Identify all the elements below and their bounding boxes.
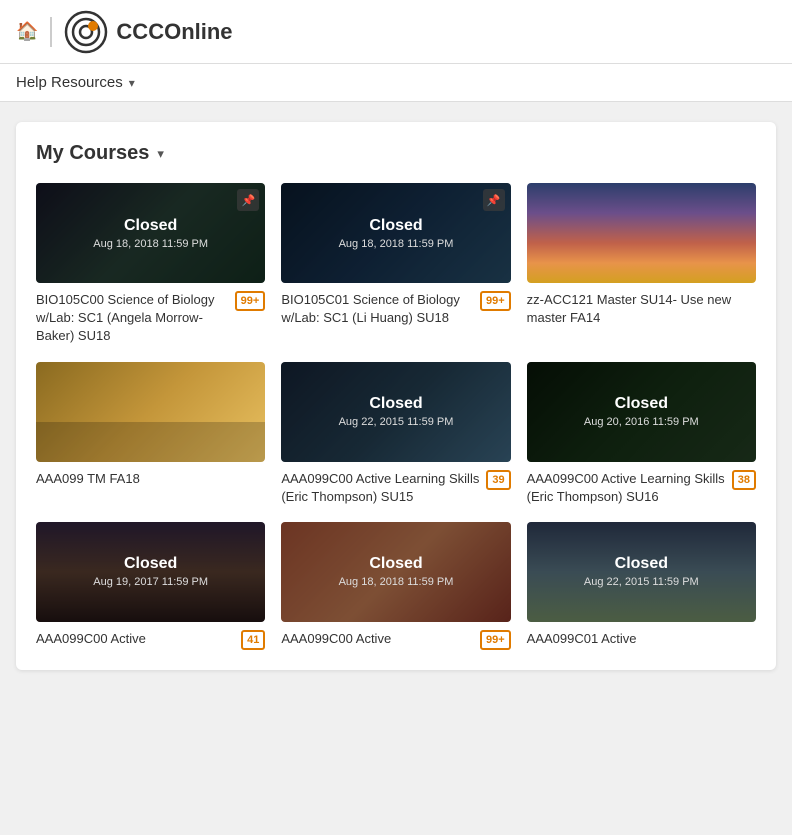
courses-grid: Closed Aug 18, 2018 11:59 PM 📌 BIO105C00 Sc… bbox=[36, 183, 756, 650]
course-item[interactable]: Closed Aug 18, 2018 11:59 PM 📌 BIO105C00 Sc… bbox=[36, 183, 265, 346]
my-courses-header: My Courses ▾ bbox=[36, 142, 756, 165]
course-info: AAA099C00 Active 41 bbox=[36, 630, 265, 650]
course-closed-overlay: Closed Aug 22, 2015 11:59 PM bbox=[281, 362, 510, 462]
header: 🏠 CCCOnline bbox=[0, 0, 792, 64]
course-closed-overlay: Closed Aug 22, 2015 11:59 PM bbox=[527, 522, 756, 622]
help-resources-chevron-icon: ▾ bbox=[129, 76, 135, 90]
course-closed-date: Aug 19, 2017 11:59 PM bbox=[93, 576, 208, 588]
course-closed-overlay: Closed Aug 19, 2017 11:59 PM bbox=[36, 522, 265, 622]
course-closed-text: Closed bbox=[369, 555, 422, 573]
course-closed-date: Aug 20, 2016 11:59 PM bbox=[584, 416, 699, 428]
course-title: AAA099C00 Active bbox=[36, 630, 235, 648]
ccc-logo-icon bbox=[64, 10, 108, 54]
course-info: AAA099 TM FA18 bbox=[36, 470, 265, 488]
logo-container: CCCOnline bbox=[64, 10, 232, 54]
course-info: AAA099C00 Active Learning Skills (Eric T… bbox=[527, 470, 756, 506]
logo-text: CCCOnline bbox=[116, 19, 232, 45]
course-title: AAA099C01 Active bbox=[527, 630, 756, 648]
course-item[interactable]: Closed Aug 20, 2016 11:59 PM AAA099C00 Act… bbox=[527, 362, 756, 506]
course-closed-text: Closed bbox=[124, 555, 177, 573]
course-closed-text: Closed bbox=[369, 217, 422, 235]
course-closed-text: Closed bbox=[615, 555, 668, 573]
course-closed-text: Closed bbox=[124, 217, 177, 235]
course-closed-overlay: Closed Aug 18, 2018 11:59 PM bbox=[281, 522, 510, 622]
course-closed-overlay: Closed Aug 18, 2018 11:59 PM bbox=[281, 183, 510, 283]
course-item[interactable]: Closed Aug 18, 2018 11:59 PM 📌 BIO105C01 Sc… bbox=[281, 183, 510, 346]
course-item[interactable]: AAA099 TM FA18 bbox=[36, 362, 265, 506]
course-item[interactable]: zz-ACC121 Master SU14- Use new master FA… bbox=[527, 183, 756, 346]
course-closed-date: Aug 18, 2018 11:59 PM bbox=[339, 576, 454, 588]
course-thumbnail bbox=[527, 183, 756, 283]
course-title: AAA099C00 Active bbox=[281, 630, 474, 648]
header-divider bbox=[50, 17, 52, 47]
course-title: AAA099C00 Active Learning Skills (Eric T… bbox=[527, 470, 726, 506]
course-badge: 99+ bbox=[235, 291, 266, 311]
course-info: BIO105C01 Science of Biology w/Lab: SC1 … bbox=[281, 291, 510, 327]
course-closed-date: Aug 18, 2018 11:59 PM bbox=[339, 238, 454, 250]
course-thumbnail: Closed Aug 18, 2018 11:59 PM bbox=[281, 522, 510, 622]
course-title: AAA099 TM FA18 bbox=[36, 470, 265, 488]
courses-card: My Courses ▾ Closed Aug 18, 2018 11:59 PM… bbox=[16, 122, 776, 670]
nav-bar: Help Resources ▾ bbox=[0, 64, 792, 102]
course-closed-text: Closed bbox=[615, 395, 668, 413]
course-title: BIO105C00 Science of Biology w/Lab: SC1 … bbox=[36, 291, 229, 346]
course-item[interactable]: Closed Aug 18, 2018 11:59 PM AAA099C00 Act… bbox=[281, 522, 510, 650]
course-thumbnail: Closed Aug 19, 2017 11:59 PM bbox=[36, 522, 265, 622]
course-badge: 99+ bbox=[480, 630, 511, 650]
pin-icon: 📌 bbox=[483, 189, 505, 211]
course-badge: 99+ bbox=[480, 291, 511, 311]
course-thumbnail: Closed Aug 18, 2018 11:59 PM 📌 bbox=[36, 183, 265, 283]
course-thumbnail: Closed Aug 18, 2018 11:59 PM 📌 bbox=[281, 183, 510, 283]
course-info: AAA099C00 Active Learning Skills (Eric T… bbox=[281, 470, 510, 506]
help-resources-label: Help Resources bbox=[16, 74, 123, 91]
course-closed-overlay: Closed Aug 18, 2018 11:59 PM bbox=[36, 183, 265, 283]
my-courses-chevron-icon[interactable]: ▾ bbox=[157, 146, 164, 162]
pin-icon: 📌 bbox=[237, 189, 259, 211]
course-badge: 41 bbox=[241, 630, 265, 650]
course-title: zz-ACC121 Master SU14- Use new master FA… bbox=[527, 291, 756, 327]
course-item[interactable]: Closed Aug 22, 2015 11:59 PM AAA099C00 Act… bbox=[281, 362, 510, 506]
home-icon[interactable]: 🏠 bbox=[16, 21, 38, 42]
course-info: AAA099C00 Active 99+ bbox=[281, 630, 510, 650]
course-closed-text: Closed bbox=[369, 395, 422, 413]
course-title: AAA099C00 Active Learning Skills (Eric T… bbox=[281, 470, 480, 506]
course-thumbnail bbox=[36, 362, 265, 462]
course-info: zz-ACC121 Master SU14- Use new master FA… bbox=[527, 291, 756, 327]
course-closed-date: Aug 18, 2018 11:59 PM bbox=[93, 238, 208, 250]
my-courses-title: My Courses bbox=[36, 142, 149, 165]
course-info: AAA099C01 Active bbox=[527, 630, 756, 648]
course-item[interactable]: Closed Aug 22, 2015 11:59 PM AAA099C01 Act… bbox=[527, 522, 756, 650]
course-badge: 38 bbox=[732, 470, 756, 490]
course-thumbnail: Closed Aug 22, 2015 11:59 PM bbox=[527, 522, 756, 622]
course-title: BIO105C01 Science of Biology w/Lab: SC1 … bbox=[281, 291, 474, 327]
course-closed-overlay: Closed Aug 20, 2016 11:59 PM bbox=[527, 362, 756, 462]
course-thumbnail: Closed Aug 20, 2016 11:59 PM bbox=[527, 362, 756, 462]
course-closed-date: Aug 22, 2015 11:59 PM bbox=[584, 576, 699, 588]
course-item[interactable]: Closed Aug 19, 2017 11:59 PM AAA099C00 Act… bbox=[36, 522, 265, 650]
course-info: BIO105C00 Science of Biology w/Lab: SC1 … bbox=[36, 291, 265, 346]
course-badge: 39 bbox=[486, 470, 510, 490]
course-thumbnail: Closed Aug 22, 2015 11:59 PM bbox=[281, 362, 510, 462]
main-content: My Courses ▾ Closed Aug 18, 2018 11:59 PM… bbox=[0, 102, 792, 690]
course-closed-date: Aug 22, 2015 11:59 PM bbox=[339, 416, 454, 428]
help-resources-button[interactable]: Help Resources ▾ bbox=[16, 74, 135, 91]
